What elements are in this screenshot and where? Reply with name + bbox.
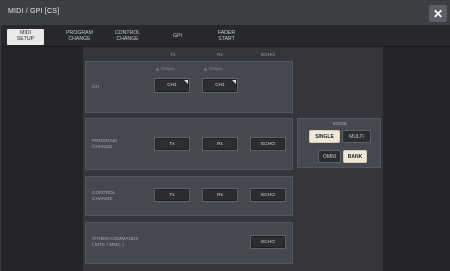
tab-control-change[interactable]: CONTROL CHANGE [109,29,146,45]
mode-label: MODE [332,122,348,127]
control-change-tx-button[interactable]: Tx [154,188,190,202]
rx-channel-value: CH1 [215,83,225,88]
tab-bar: MIDI SETUP PROGRAM CHANGE CONTROL CHANGE… [1,25,450,47]
tx-channel-value: CH1 [167,83,177,88]
program-change-echo-button[interactable]: ECHO [250,137,286,151]
popup-corner-icon [184,80,188,84]
mode-single-button[interactable]: SINGLE [309,130,340,143]
column-header-rx: Rx [217,53,223,58]
column-header-tx: Tx [170,53,176,58]
signal-led-icon [204,67,207,71]
right-margin [383,47,450,271]
program-change-tx-button[interactable]: Tx [154,137,190,151]
other-commands-echo-button[interactable]: ECHO [250,235,286,249]
tab-program-change[interactable]: PROGRAM CHANGE [61,29,98,45]
control-change-label: CONTROL CHANGE [92,191,116,202]
program-change-label: PROGRAM CHANGE [92,139,117,150]
mode-bank-button[interactable]: BANK [343,150,367,163]
tab-gpi[interactable]: GPI [159,29,196,45]
mode-multi-button[interactable]: MULTI [342,130,371,143]
left-margin [1,47,83,271]
tx-signal-label: SIGNAL [161,67,175,71]
tab-midi-setup[interactable]: MIDI SETUP [7,29,44,45]
midi-gpi-window: MIDI / GPI [CS] ✕ MIDI SETUP PROGRAM CHA… [0,0,450,271]
mode-omni-button[interactable]: OMNI [318,150,341,163]
ch-label: CH [92,85,99,90]
signal-led-icon [156,67,159,71]
control-change-echo-button[interactable]: ECHO [250,188,286,202]
popup-corner-icon [232,80,236,84]
rx-signal-label: SIGNAL [209,67,223,71]
window-title: MIDI / GPI [CS] [8,8,60,15]
mode-panel: MODE SINGLE MULTI OMNI BANK [297,118,381,168]
program-change-rx-button[interactable]: Rx [202,137,238,151]
title-bar: MIDI / GPI [CS] ✕ [1,1,450,25]
tx-channel-button[interactable]: CH1 [154,78,190,93]
column-header-echo: ECHO [261,53,275,58]
tab-fader-start[interactable]: FADER START [208,29,245,45]
tx-signal-indicator: SIGNAL [156,67,175,71]
rx-channel-button[interactable]: CH1 [202,78,238,93]
close-button[interactable]: ✕ [429,5,447,22]
other-commands-label: OTHER COMMANDS ( MTC / MMC ) [92,237,139,248]
rx-signal-indicator: SIGNAL [204,67,223,71]
control-change-rx-button[interactable]: Rx [202,188,238,202]
close-icon: ✕ [432,6,444,21]
